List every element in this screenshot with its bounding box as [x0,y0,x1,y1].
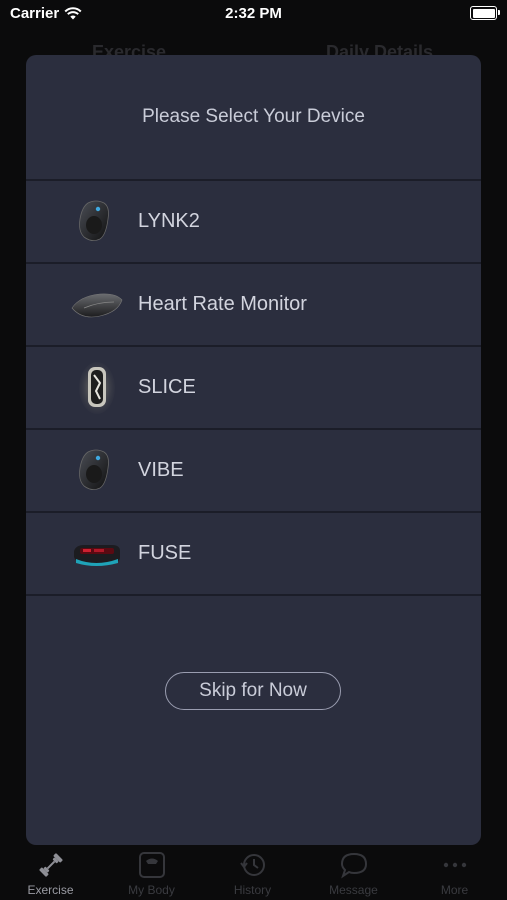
modal-title: Please Select Your Device [142,106,365,127]
heart-rate-monitor-icon [71,293,123,318]
more-dots-icon [443,862,467,868]
vibe-device-icon [79,449,109,490]
tab-label: Message [329,883,378,897]
history-clock-icon [240,854,265,876]
lynk2-device-icon [79,200,109,241]
fuse-device-icon [74,545,120,566]
tab-label: More [440,883,469,897]
tab-exercise[interactable]: Exercise [0,845,101,900]
device-row-vibe[interactable]: VIBE [26,428,481,511]
device-row-lynk2[interactable]: LYNK2 [26,179,481,262]
device-label: Heart Rate Monitor [138,293,307,315]
status-bar: Carrier 2:32 PM [0,0,507,30]
device-label: FUSE [138,542,192,564]
tab-more[interactable]: More [404,845,505,900]
status-time: 2:32 PM [225,5,282,22]
device-list: LYNK2 Heart Rate Monitor SLICE VIBE FUSE [26,179,481,596]
chat-bubble-icon [340,852,368,879]
device-row-fuse[interactable]: FUSE [26,511,481,596]
tab-bar: Exercise My Body History Message More [0,845,507,900]
device-label: LYNK2 [138,210,200,232]
tab-history[interactable]: History [202,845,303,900]
battery-icon [470,6,500,20]
dumbbell-icon [39,853,63,877]
tab-my-body[interactable]: My Body [101,845,202,900]
tab-label: Exercise [27,883,74,897]
device-select-modal: Please Select Your Device LYNK2 Heart Ra… [26,55,481,845]
scale-icon [139,852,165,878]
slice-device-icon [79,362,115,414]
device-row-slice[interactable]: SLICE [26,345,481,428]
device-row-heart-rate-monitor[interactable]: Heart Rate Monitor [26,262,481,345]
device-label: VIBE [138,459,184,481]
tab-label: History [233,883,272,897]
tab-message[interactable]: Message [303,845,404,900]
device-label: SLICE [138,376,196,398]
skip-for-now-button[interactable]: Skip for Now [165,672,341,710]
tab-label: My Body [128,883,175,897]
